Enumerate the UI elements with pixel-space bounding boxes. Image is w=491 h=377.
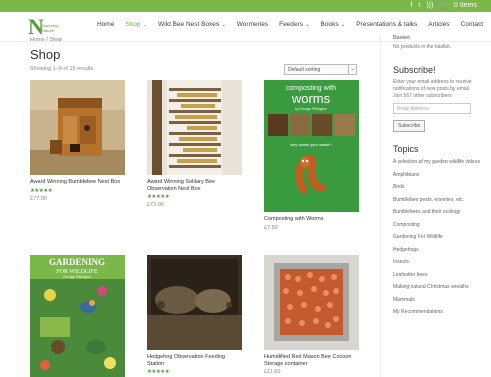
nav-label: Books [320, 21, 339, 28]
nav-label: Contact [460, 21, 483, 28]
product-rating: ★★★★★ [147, 194, 170, 200]
facebook-icon[interactable]: f [410, 2, 412, 9]
product-card[interactable]: Humidified Red Mason Bee Cocoon Storage … [264, 255, 359, 375]
subscribe-button[interactable]: Subscribe [393, 120, 426, 132]
nav-item-shop[interactable]: Shop ⌄ [125, 21, 147, 28]
topic-link[interactable]: Insects [393, 259, 483, 266]
product-image[interactable] [147, 255, 242, 350]
nav-item-wormeries[interactable]: Wormeries [237, 21, 268, 28]
book-question: why waste your waste? [290, 142, 332, 147]
product-price: £72.00 [147, 202, 164, 208]
product-name[interactable]: Award Winning Bumblebee Nest Box [30, 179, 125, 186]
topic-link[interactable]: Bumblebee pests, enemies, etc. [393, 197, 483, 204]
basket-heading: Basket [393, 35, 410, 41]
sort-label: Default sorting [288, 67, 321, 73]
product-card[interactable]: Award Winning Solitary Bee Observation N… [147, 80, 242, 208]
product-card[interactable]: composting with worms by George Pilkingt… [264, 80, 359, 231]
nav-item-articles[interactable]: Articles [428, 21, 449, 28]
twitter-icon[interactable]: t [418, 2, 420, 9]
chevron-down-icon: ⌄ [339, 22, 346, 28]
chevron-down-icon: ⌄ [348, 65, 356, 74]
cart-label[interactable]: 0 Items [454, 2, 477, 9]
cart-icon[interactable]: 🛒 [439, 1, 448, 9]
nav-label: Shop [125, 21, 141, 28]
book-title-1: GARDENING [49, 257, 105, 267]
book-author: by George Pilkington [295, 107, 328, 111]
subscriber-count: Join 567 other subscribers [393, 93, 452, 99]
product-image[interactable] [147, 80, 242, 175]
logo-text: Nurturing Nature [42, 23, 59, 33]
product-image[interactable]: GARDENING FOR WILDLIFE George Pilkington [30, 255, 125, 377]
chevron-down-icon: ⌄ [220, 22, 226, 28]
product-rating: ★★★★★ [30, 187, 53, 194]
nav-item-presentations-talks[interactable]: Presentations & talks [356, 21, 417, 28]
sort-select[interactable]: Default sorting ⌄ [284, 64, 357, 75]
product-card[interactable]: Award Winning Bumblebee Nest Box ★★★★★ £… [30, 80, 125, 202]
product-name[interactable]: Hedgehog Observation Feeding Station [147, 354, 242, 367]
topic-link[interactable]: A selection of my garden wildlife videos [393, 159, 483, 166]
nav-label: Feeders [279, 21, 303, 28]
topic-link[interactable]: My Recommendations [393, 309, 483, 316]
nav-item-home[interactable]: Home [97, 21, 114, 28]
topic-link[interactable]: Leafcutter bees [393, 272, 483, 279]
subscribe-text: Enter your email address to receive noti… [393, 79, 472, 92]
topic-link[interactable]: Making natural Christmas wreaths [393, 284, 483, 291]
chevron-down-icon: ⌄ [303, 22, 310, 28]
product-name[interactable]: Humidified Red Mason Bee Cocoon Storage … [264, 354, 359, 367]
topic-link[interactable]: Hedgehogs [393, 247, 483, 254]
topic-link[interactable]: Gardening For Wildlife [393, 234, 483, 241]
topic-link[interactable]: Birds [393, 184, 483, 191]
nav-label: Articles [428, 21, 450, 28]
book-title-2: worms [291, 91, 331, 106]
product-card[interactable]: GARDENING FOR WILDLIFE George Pilkington [30, 255, 125, 377]
breadcrumb[interactable]: Home / Shop [30, 37, 62, 43]
email-field[interactable]: Email Address [393, 103, 471, 114]
product-card[interactable]: Hedgehog Observation Feeding Station ★★★… [147, 255, 242, 375]
topics-list: A selection of my garden wildlife videos… [393, 159, 483, 316]
topics-heading: Topics [393, 144, 419, 154]
product-price: £77.00 [30, 195, 47, 202]
product-image[interactable] [264, 255, 359, 350]
product-name[interactable]: Award Winning Solitary Bee Observation N… [147, 179, 242, 192]
nav-label: Wild Bee Nest Boxes [158, 21, 220, 28]
nav-label: Presentations & talks [356, 21, 418, 28]
sidebar-divider [380, 35, 381, 377]
book-author: George Pilkington [63, 275, 91, 279]
main-nav: Home Shop ⌄ Wild Bee Nest Boxes ⌄ Wormeries… [97, 21, 491, 28]
page-title: Shop [30, 47, 61, 62]
topic-link[interactable]: Composting [393, 222, 483, 229]
subscribe-heading: Subscribe! [393, 65, 436, 75]
product-price: £7.50 [264, 224, 278, 231]
product-image[interactable]: composting with worms by George Pilkingt… [264, 80, 359, 212]
basket-empty-text: No products in the basket. [393, 44, 452, 50]
chevron-down-icon: ⌄ [141, 22, 148, 28]
nav-label: Home [97, 21, 115, 28]
nav-item-wild-bee-nest-boxes[interactable]: Wild Bee Nest Boxes ⌄ [158, 21, 226, 28]
product-rating: ★★★★★ [147, 369, 170, 375]
topic-link[interactable]: Amphibians [393, 172, 483, 179]
rss-icon[interactable]: ))) [426, 2, 433, 9]
topic-link[interactable]: Mammals [393, 297, 483, 304]
nav-item-feeders[interactable]: Feeders ⌄ [279, 21, 309, 28]
top-bar: f t ))) 🛒 0 Items [0, 0, 491, 12]
results-count: Showing 1–9 of 15 results [30, 66, 94, 72]
product-price: £11.00 [264, 369, 281, 375]
top-bar-icons: f t ))) 🛒 0 Items [410, 1, 477, 10]
site-logo[interactable]: N Nurturing Nature [28, 14, 64, 39]
sidebar: Basket No products in the basket. Subscr… [393, 35, 483, 322]
nav-item-contact[interactable]: Contact [461, 21, 483, 28]
product-name[interactable]: Composting with Worms [264, 216, 359, 223]
topic-link[interactable]: Bumblebees and their ecology [393, 209, 483, 216]
nav-label: Wormeries [236, 21, 269, 28]
product-image[interactable] [30, 80, 125, 175]
nav-item-books[interactable]: Books ⌄ [321, 21, 346, 28]
